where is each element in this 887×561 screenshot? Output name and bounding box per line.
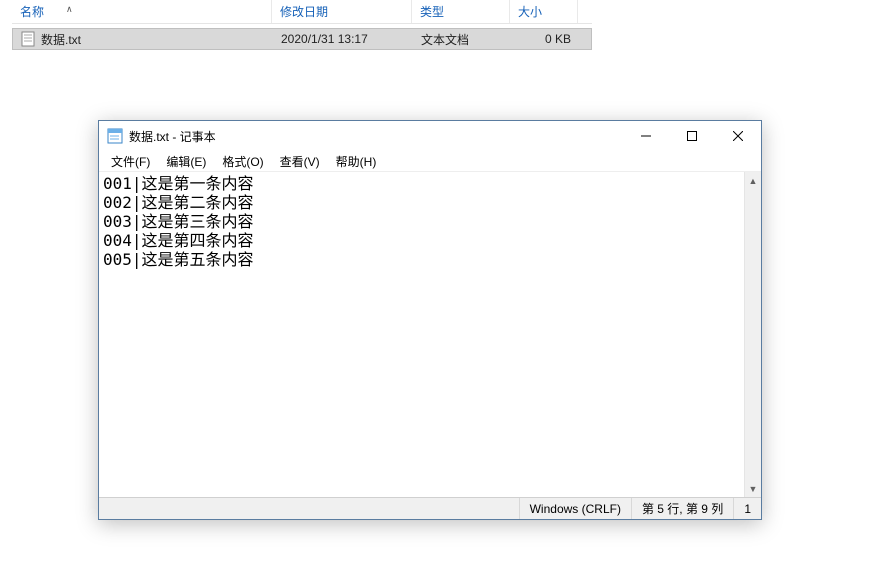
maximize-button[interactable] — [669, 121, 715, 151]
text-area-container: 001|这是第一条内容 002|这是第二条内容 003|这是第三条内容 004|… — [99, 171, 761, 497]
file-name-cell: 数据.txt — [13, 29, 273, 49]
vertical-scrollbar[interactable]: ▲ ▼ — [744, 172, 761, 497]
menubar: 文件(F) 编辑(E) 格式(O) 查看(V) 帮助(H) — [99, 151, 761, 171]
menu-view[interactable]: 查看(V) — [272, 151, 328, 172]
column-header-date[interactable]: 修改日期 — [272, 0, 412, 23]
sort-ascending-icon: ∧ — [66, 4, 73, 15]
file-size-cell: 0 KB — [511, 29, 579, 49]
statusbar: Windows (CRLF) 第 5 行, 第 9 列 1 — [99, 497, 761, 519]
status-spacer — [99, 498, 519, 519]
notepad-window: 数据.txt - 记事本 文件(F) 编辑(E) 格式(O) 查看(V) 帮助(… — [98, 120, 762, 520]
notepad-app-icon — [107, 128, 123, 144]
file-date-cell: 2020/1/31 13:17 — [273, 29, 413, 49]
file-name-text: 数据.txt — [41, 31, 81, 48]
window-title: 数据.txt - 记事本 — [129, 128, 623, 145]
text-editor[interactable]: 001|这是第一条内容 002|这是第二条内容 003|这是第三条内容 004|… — [99, 172, 744, 497]
window-controls — [623, 121, 761, 151]
close-button[interactable] — [715, 121, 761, 151]
status-zoom: 1 — [733, 498, 761, 519]
menu-edit[interactable]: 编辑(E) — [158, 151, 214, 172]
file-type-cell: 文本文档 — [413, 29, 511, 49]
titlebar[interactable]: 数据.txt - 记事本 — [99, 121, 761, 151]
menu-help[interactable]: 帮助(H) — [328, 151, 385, 172]
minimize-button[interactable] — [623, 121, 669, 151]
scroll-track[interactable] — [745, 189, 761, 480]
column-header-size[interactable]: 大小 — [510, 0, 578, 23]
scroll-down-icon[interactable]: ▼ — [745, 480, 761, 497]
file-row[interactable]: 数据.txt 2020/1/31 13:17 文本文档 0 KB — [12, 28, 592, 50]
column-type-label: 类型 — [420, 3, 444, 20]
column-name-label: 名称 — [20, 3, 44, 20]
explorer-column-headers: 名称 ∧ 修改日期 类型 大小 — [12, 0, 592, 24]
menu-file[interactable]: 文件(F) — [103, 151, 158, 172]
menu-format[interactable]: 格式(O) — [214, 151, 271, 172]
column-header-type[interactable]: 类型 — [412, 0, 510, 23]
column-date-label: 修改日期 — [280, 3, 328, 20]
column-header-name[interactable]: 名称 ∧ — [12, 0, 272, 23]
status-encoding: Windows (CRLF) — [519, 498, 631, 519]
status-cursor: 第 5 行, 第 9 列 — [631, 498, 733, 519]
explorer-file-list: 名称 ∧ 修改日期 类型 大小 数据.txt 2020/1/31 13:17 — [12, 0, 592, 50]
column-size-label: 大小 — [518, 3, 542, 20]
scroll-up-icon[interactable]: ▲ — [745, 172, 761, 189]
text-file-icon — [21, 31, 35, 47]
